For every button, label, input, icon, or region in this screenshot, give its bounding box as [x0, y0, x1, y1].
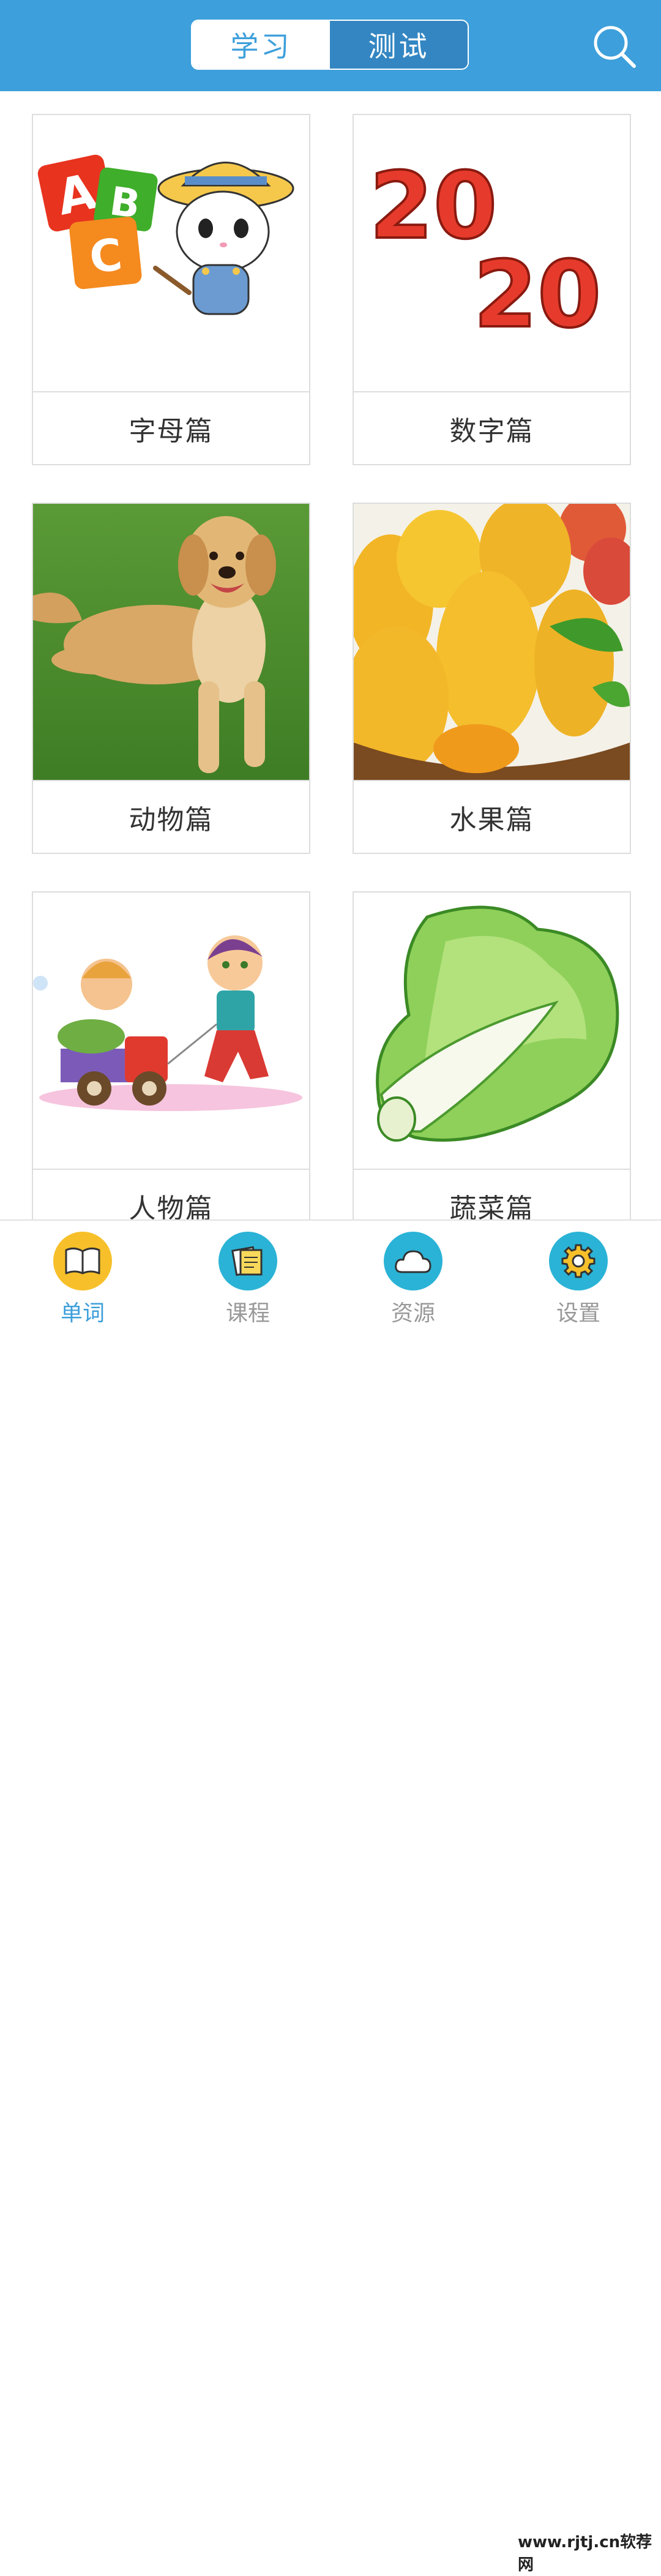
tab-label: 课程: [225, 1301, 270, 1326]
category-label: 蔬菜篇: [449, 1193, 534, 1220]
tab-words[interactable]: 单词: [0, 1221, 165, 1331]
fruit-image: [354, 504, 630, 781]
category-card-people[interactable]: 人物篇: [32, 891, 310, 1219]
bottom-tab-bar: 单词 课程 资源 设置 www.rjtj.cn软荐网: [0, 1219, 661, 2576]
category-grid: A B C 字母篇 20 20 数字篇 动物篇 水果篇 人物篇 蔬菜篇: [0, 91, 661, 1219]
number-bottom: 20: [474, 242, 602, 348]
category-label: 数字篇: [449, 415, 534, 447]
tab-settings[interactable]: 设置: [496, 1221, 661, 1331]
gear-icon: [549, 1232, 608, 1290]
numbers-image: 20 20: [354, 115, 630, 392]
tab-label: 资源: [390, 1301, 435, 1326]
category-card-fruit[interactable]: 水果篇: [353, 503, 631, 854]
cloud-icon: [384, 1232, 443, 1290]
letter-c: C: [87, 229, 124, 283]
category-card-numbers[interactable]: 20 20 数字篇: [353, 114, 631, 465]
tab-test[interactable]: 测试: [330, 21, 468, 69]
search-icon: [594, 26, 636, 68]
watermark: www.rjtj.cn软荐网: [515, 2528, 661, 2576]
category-label: 动物篇: [129, 804, 214, 836]
notebook-icon: [218, 1232, 277, 1290]
tab-courses[interactable]: 课程: [165, 1221, 330, 1331]
vegetables-image: [354, 893, 630, 1170]
tab-study[interactable]: 学习: [192, 21, 330, 69]
tab-label: 设置: [556, 1301, 600, 1326]
category-card-animals[interactable]: 动物篇: [32, 503, 310, 854]
animals-image: [33, 504, 309, 781]
book-icon: [53, 1232, 112, 1290]
people-image: [33, 893, 309, 1170]
category-card-vegetables[interactable]: 蔬菜篇: [353, 891, 631, 1219]
category-card-alphabet[interactable]: A B C 字母篇: [32, 114, 310, 465]
category-label: 人物篇: [129, 1193, 214, 1220]
tab-label: 单词: [60, 1301, 105, 1326]
top-bar: 学习 测试: [0, 0, 661, 91]
tab-resources[interactable]: 资源: [330, 1221, 496, 1331]
category-label: 水果篇: [449, 804, 534, 836]
alphabet-image: A B C: [33, 115, 309, 392]
search-button[interactable]: [591, 23, 638, 70]
mode-switch: 学习 测试: [191, 20, 469, 70]
category-label: 字母篇: [129, 415, 214, 447]
